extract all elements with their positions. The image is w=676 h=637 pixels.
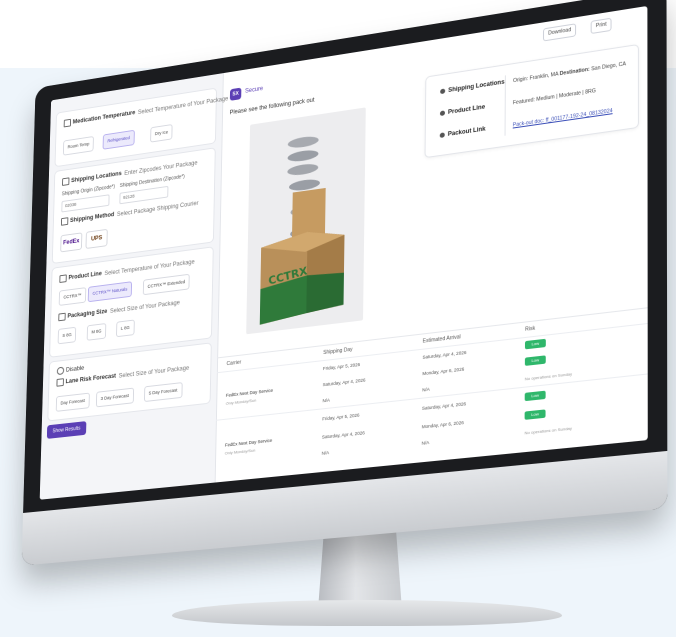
packout-heading: Please see the following pack out [230,98,315,117]
screen: Medication TemperatureSelect Temperature… [40,6,648,500]
pin-icon [440,88,445,94]
table-cell: N/A [322,450,329,456]
monitor-bezel: Medication TemperatureSelect Temperature… [22,0,668,566]
box-icon [58,313,65,322]
col-carrier: Carrier [226,360,241,368]
temp-option-room[interactable]: Room Temp [63,136,94,156]
product-option-naturals[interactable]: CCTRX™ Naturals [88,281,132,302]
temp-option-refrigerated[interactable]: Refrigerated [103,130,135,150]
shipment-info-card: Shipping Locations Origin: Franklin, MA … [425,44,639,158]
table-cell: Saturday, Apr 4, 2026 [422,350,466,360]
table-cell: N/A [422,440,430,446]
packout-link-label: Packout Link [440,126,486,139]
size-option-l[interactable]: L 8G [116,320,134,338]
risk-badge-low: Low [525,409,546,419]
product-option-extended[interactable]: CCTRX™ Extended [143,274,190,296]
locations-card: Shipping LocationsEnter Zipcodes Your Pa… [52,147,216,264]
risk-note: No operations on Sunday [525,425,572,435]
table-divider [216,373,648,420]
col-shipping-day: Shipping Day [323,347,352,356]
packout-image: CCTRX [246,107,366,334]
packout-illustration: CCTRX [246,107,366,334]
size-option-m[interactable]: M 8G [87,323,107,341]
packout-link[interactable]: Pack-out doc: ff_001177-192-24_08132024 [513,108,613,129]
toggle-icon [57,367,64,376]
table-cell: N/A [322,397,329,403]
location-pin-icon [56,378,63,387]
product-line-card: Product Line Select Temperature of Your P… [49,246,214,358]
monitor-stand-base [172,600,562,626]
shipping-locations-label: Shipping Locations [440,80,504,96]
product-icon [440,110,445,116]
filter-sidebar: Medication TemperatureSelect Temperature… [40,73,224,500]
forecast-option-3-day[interactable]: 3 Day Forecast [96,388,134,408]
table-cell: Saturday, Apr 4, 2026 [323,377,366,387]
table-cell: Monday, Apr 6, 2026 [422,420,464,429]
disable-toggle[interactable]: Disable [57,364,84,375]
brand-logo: SX [230,88,242,101]
link-icon [440,132,445,138]
show-results-button[interactable]: Show Results [47,421,86,439]
forecast-option-day[interactable]: Day Forecast [56,393,90,412]
table-cell: Friday, Apr 5, 2026 [322,412,359,421]
truck-icon [61,217,68,226]
table-cell: N/A [422,387,430,393]
carrier-note: Only Monday/Sun [226,398,257,406]
carrier-note: Only Monday/Sun [225,448,256,456]
medication-title: Medication TemperatureSelect Temperature… [64,94,229,127]
brand-name: Secure [245,86,263,95]
monitor: Medication TemperatureSelect Temperature… [0,0,676,637]
table-cell: Monday, Apr 6, 2026 [422,366,464,376]
table-cell: Friday, Apr 5, 2026 [323,362,360,371]
risk-note: No operations on Sunday [525,371,572,381]
results-area: Download Print SX Secure Please see the … [215,6,648,483]
box-green-band-right [306,271,344,314]
destination-zip-input[interactable]: 92128 [119,186,168,204]
courier-fedex[interactable]: FedEx [60,232,82,252]
carrier-name: FedEx Next Day Service [225,438,272,448]
origin-zip-input[interactable]: 02038 [61,194,109,212]
risk-badge-low: Low [525,391,546,402]
carrier-name: FedEx Next Day Service [226,388,273,398]
product-line-value: Featured: Medium | Moderate | 8RG [513,88,596,106]
table-cell: Saturday, Apr 4, 2026 [422,401,466,411]
download-button[interactable]: Download [543,23,576,41]
table-divider [217,323,648,373]
col-risk: Risk [525,326,535,333]
col-estimated-arrival: Estimated Arrival [423,334,461,345]
courier-ups[interactable]: UPS [85,229,107,249]
risk-badge-low: Low [525,339,546,350]
location-pin-icon [62,177,69,186]
shipping-locations-value: Origin: Franklin, MA Destination: San Di… [513,61,626,84]
temp-option-dry-ice[interactable]: Dry Ice [150,124,173,143]
risk-badge-low: Low [525,355,546,366]
table-cell: Saturday, Apr 4, 2026 [322,430,365,439]
print-button[interactable]: Print [591,18,612,34]
thermometer-icon [64,119,71,128]
product-option-cctrx[interactable]: CCTRX™ [59,287,87,306]
size-option-s[interactable]: S 8G [58,327,77,345]
forecast-option-5-day[interactable]: 5 Day Forecast [144,382,182,402]
product-line-label: Product Line [440,104,485,117]
results-table: Carrier Shipping Day Estimated Arrival R… [215,307,648,483]
list-icon [59,274,66,283]
